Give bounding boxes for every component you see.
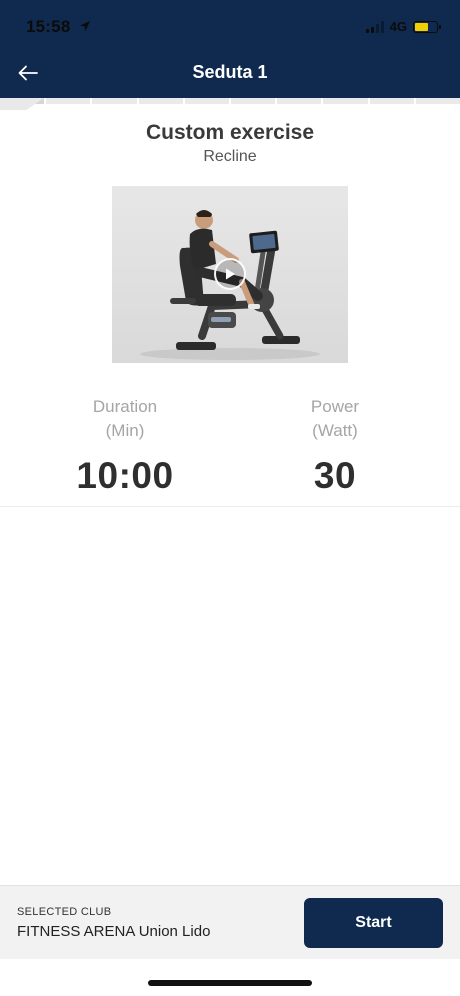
home-indicator[interactable] <box>148 980 312 986</box>
power-label: Power <box>310 397 360 416</box>
duration-label: Duration <box>92 397 158 416</box>
duration-value: 10:00 <box>76 455 174 496</box>
battery-icon <box>413 20 441 33</box>
start-button[interactable]: Start <box>304 898 443 948</box>
network-type: 4G <box>389 19 407 34</box>
page-title: Seduta 1 <box>192 62 268 82</box>
power-stat: Power (Watt) 30 <box>255 395 415 497</box>
power-unit: (Watt) <box>312 421 358 440</box>
exercise-title: Custom exercise <box>145 121 315 144</box>
play-button[interactable] <box>214 258 246 290</box>
app-header: 15:58 4G Seduta 1 <box>0 0 460 98</box>
section-divider <box>0 506 460 507</box>
status-bar: 15:58 4G <box>0 0 460 52</box>
location-arrow-icon <box>80 21 90 31</box>
signal-bars-icon <box>365 20 384 33</box>
session-progress <box>0 98 460 104</box>
status-time: 15:58 <box>26 17 71 36</box>
play-icon <box>226 268 235 280</box>
duration-unit: (Min) <box>105 421 145 440</box>
club-bar: SELECTED CLUB FITNESS ARENA Union Lido S… <box>0 885 460 959</box>
selected-club-name[interactable]: FITNESS ARENA Union Lido <box>17 923 210 940</box>
power-value: 30 <box>313 455 357 496</box>
exercise-subtitle: Recline <box>203 148 257 165</box>
progress-marker <box>0 98 44 110</box>
duration-stat: Duration (Min) 10:00 <box>45 395 205 497</box>
status-indicators: 4G <box>365 19 441 34</box>
selected-club-caption: SELECTED CLUB <box>17 906 112 918</box>
